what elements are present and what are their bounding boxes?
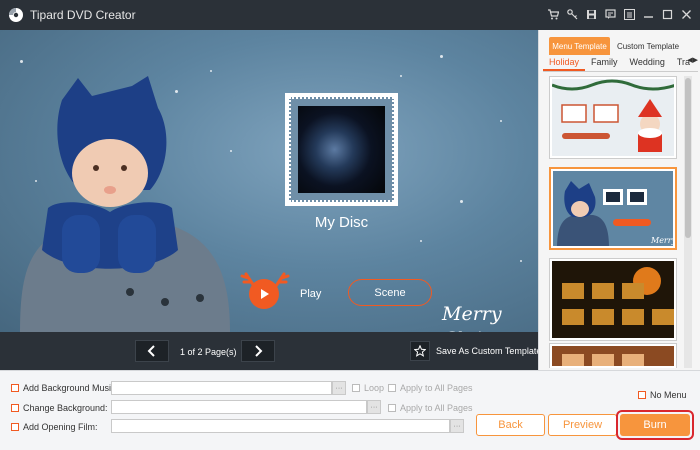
apply-all-background-label: Apply to All Pages [400, 403, 473, 413]
change-background-field[interactable] [111, 400, 367, 414]
menu-icon[interactable] [622, 6, 637, 22]
template-thumb-snow-child[interactable]: Merry [549, 167, 677, 250]
page-indicator: 1 of 2 Page(s) [180, 347, 237, 357]
chevron-left-icon [147, 345, 155, 357]
background-music-checkbox[interactable] [11, 384, 19, 392]
template-thumb-autumn[interactable] [549, 343, 677, 368]
no-menu-label: No Menu [650, 390, 687, 400]
play-button[interactable] [249, 279, 279, 309]
key-icon[interactable] [565, 6, 580, 22]
snow-flake [400, 75, 402, 77]
feedback-icon[interactable] [603, 6, 618, 22]
play-label[interactable]: Play [300, 288, 321, 300]
apply-all-music-checkbox [388, 384, 396, 392]
preview-button[interactable]: Preview [548, 414, 617, 436]
opening-film-label: Add Opening Film: [23, 422, 98, 432]
star-icon [414, 345, 426, 357]
save-icon[interactable] [584, 6, 599, 22]
change-background-label: Change Background: [23, 403, 108, 413]
loop-option: Loop [352, 383, 384, 393]
snow-flake [520, 260, 522, 262]
template-tabs: Menu Template Custom Template [549, 37, 686, 55]
merry-christmas-graphic: Merry Christmas [441, 303, 522, 332]
snow-flake [460, 200, 463, 203]
disc-thumbnail-frame[interactable] [285, 93, 398, 206]
change-background-option[interactable]: Change Background: [11, 403, 108, 413]
menu-preview: My Disc Play Scene Merry Christmas [0, 30, 538, 332]
change-background-checkbox[interactable] [11, 404, 19, 412]
template-thumb-halloween[interactable] [549, 258, 677, 341]
save-custom-template-button[interactable]: Save As Custom Template [410, 341, 541, 361]
category-scroll-arrows[interactable]: ◀▶ [687, 56, 698, 64]
scene-button[interactable]: Scene [348, 279, 432, 306]
category-wedding[interactable]: Wedding [624, 56, 671, 71]
chevron-right-icon [255, 345, 263, 357]
opening-film-checkbox[interactable] [11, 423, 19, 431]
disc-title[interactable]: My Disc [285, 214, 398, 231]
cart-icon[interactable] [546, 6, 561, 22]
apply-all-music-option: Apply to All Pages [388, 383, 473, 393]
template-thumb-santa[interactable] [549, 76, 677, 159]
burn-button[interactable]: Burn [620, 414, 690, 436]
snow-flake [420, 240, 422, 242]
category-holiday[interactable]: Holiday [543, 56, 586, 71]
opening-film-browse-button[interactable]: ··· [450, 419, 464, 433]
apply-all-background-checkbox [388, 404, 396, 412]
tab-custom-template[interactable]: Custom Template [610, 37, 686, 55]
opening-film-option[interactable]: Add Opening Film: [11, 422, 98, 432]
app-logo-icon [9, 8, 23, 22]
loop-checkbox [352, 384, 360, 392]
no-menu-checkbox[interactable] [638, 391, 646, 399]
no-menu-option[interactable]: No Menu [638, 390, 687, 400]
scrollbar-thumb[interactable] [685, 78, 691, 238]
apply-all-background-option: Apply to All Pages [388, 403, 473, 413]
play-icon [261, 289, 269, 299]
apply-all-music-label: Apply to All Pages [400, 383, 473, 393]
category-family[interactable]: Family [585, 56, 624, 71]
title-bar: Tipard DVD Creator [0, 0, 700, 30]
tab-menu-template[interactable]: Menu Template [549, 37, 610, 55]
background-music-browse-button[interactable]: ··· [332, 381, 346, 395]
app-title: Tipard DVD Creator [30, 8, 136, 22]
background-music-option[interactable]: Add Background Music: [11, 383, 118, 393]
back-button[interactable]: Back [476, 414, 545, 436]
maximize-icon[interactable] [660, 6, 675, 22]
snow-flake [440, 55, 443, 58]
child-photo [20, 76, 230, 332]
template-scrollbar[interactable] [684, 76, 692, 368]
prev-page-button[interactable] [135, 340, 169, 362]
save-template-label: Save As Custom Template [436, 346, 542, 356]
svg-text:Merry: Merry [441, 303, 502, 325]
minimize-icon[interactable] [641, 6, 656, 22]
snow-flake [500, 120, 502, 122]
disc-thumbnail [298, 106, 385, 193]
svg-text:Merry: Merry [650, 236, 673, 245]
opening-film-field[interactable] [111, 419, 450, 433]
template-categories: Holiday Family Wedding Tra ◀▶ [543, 56, 698, 72]
loop-label: Loop [364, 383, 385, 393]
change-background-browse-button[interactable]: ··· [367, 400, 381, 414]
background-music-label: Add Background Music: [23, 383, 119, 393]
next-page-button[interactable] [241, 340, 275, 362]
background-music-field[interactable] [111, 381, 332, 395]
close-icon[interactable] [679, 6, 694, 22]
